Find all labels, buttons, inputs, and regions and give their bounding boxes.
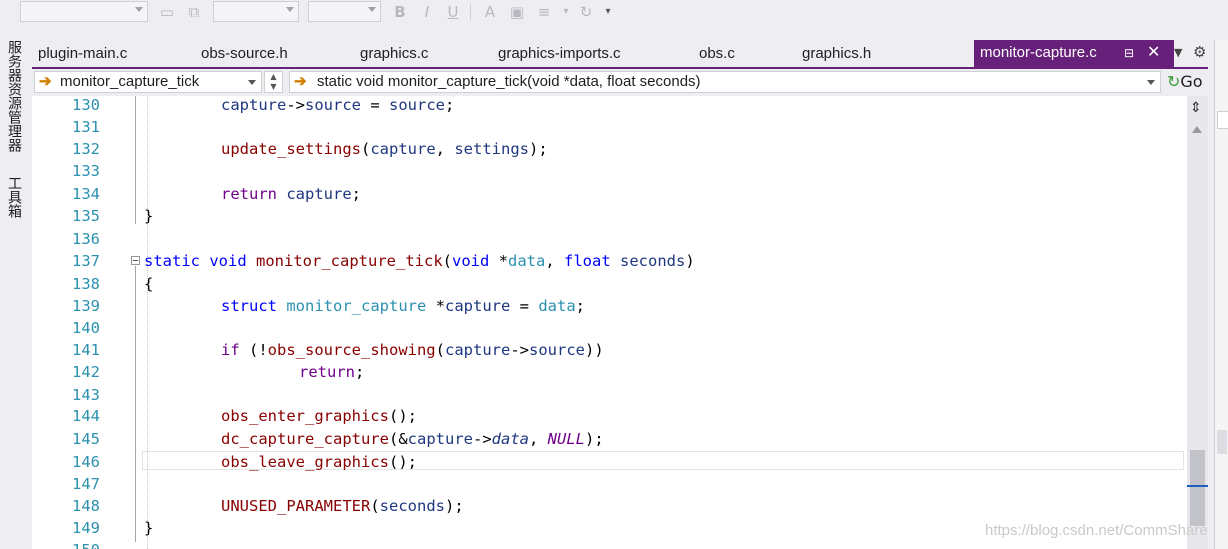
- scope-splitter-icon[interactable]: ▲ ▼: [264, 71, 283, 93]
- left-tool-strip: 服务器资源管理器 工具箱: [0, 26, 26, 549]
- line-number: 131: [72, 118, 100, 136]
- code-line-138: {: [144, 275, 154, 293]
- code-line-134: return capture;: [221, 185, 362, 203]
- tab-obs-c[interactable]: obs.c: [693, 41, 735, 67]
- member-arrow-icon: ➔: [294, 73, 307, 90]
- line-number: 138: [72, 275, 100, 293]
- italic-icon[interactable]: I: [419, 2, 435, 22]
- tab-graphics-h[interactable]: graphics.h: [796, 41, 871, 67]
- document-tab-well: plugin-main.c obs-source.h graphics.c gr…: [32, 40, 1214, 68]
- line-number: 145: [72, 430, 100, 448]
- right-panel-edge: [1214, 40, 1228, 549]
- code-line-145: dc_capture_capture(&capture->data, NULL)…: [221, 430, 604, 448]
- line-number: 137: [72, 252, 100, 270]
- indent-guide: [147, 96, 148, 549]
- font-size-combo[interactable]: [308, 1, 381, 22]
- watermark: https://blog.csdn.net/CommShare: [985, 522, 1208, 539]
- line-number: 146: [72, 453, 100, 471]
- collapse-toggle-icon[interactable]: [131, 256, 140, 265]
- line-number: 142: [72, 363, 100, 381]
- line-number: 132: [72, 140, 100, 158]
- formatting-toolbar: ▭ ⧉ B I U A ▣ ≡ ▾ ↻ ▾: [0, 0, 1228, 26]
- code-line-148: UNUSED_PARAMETER(seconds);: [221, 497, 464, 515]
- underline-icon[interactable]: U: [445, 2, 461, 22]
- code-line-144: obs_enter_graphics();: [221, 407, 417, 425]
- line-number: 134: [72, 185, 100, 203]
- line-number: 133: [72, 162, 100, 180]
- align-dropdown-icon[interactable]: ▾: [561, 2, 571, 22]
- font-color-icon[interactable]: A: [481, 2, 499, 22]
- tab-plugin-main[interactable]: plugin-main.c: [32, 41, 127, 67]
- go-button[interactable]: ↻Go: [1167, 72, 1203, 91]
- line-number: 150: [40, 541, 100, 549]
- close-icon[interactable]: ✕: [1147, 40, 1160, 66]
- toolbar-separator: [470, 4, 471, 20]
- code-line-149: }: [144, 519, 154, 537]
- go-label: Go: [1180, 72, 1203, 91]
- toolbox-tab[interactable]: 工具箱: [4, 176, 22, 218]
- function-arrow-icon: ➔: [39, 73, 52, 90]
- outline-margin-line: [135, 96, 136, 224]
- line-number: 139: [72, 297, 100, 315]
- line-number: 147: [72, 475, 100, 493]
- scope-dropdown[interactable]: ➔ monitor_capture_tick: [34, 71, 262, 93]
- split-window-icon[interactable]: ⇕: [1190, 100, 1202, 116]
- scope-label: monitor_capture_tick: [60, 73, 200, 90]
- tab-graphics-c[interactable]: graphics.c: [354, 41, 428, 67]
- style-combo[interactable]: [213, 1, 299, 22]
- line-number: 149: [72, 519, 100, 537]
- code-line-139: struct monitor_capture *capture = data;: [221, 297, 585, 315]
- tab-monitor-capture[interactable]: monitor-capture.c ⊟ ✕: [974, 40, 1174, 67]
- outline-margin-line: [135, 266, 136, 542]
- gear-icon[interactable]: ⚙: [1193, 43, 1206, 61]
- font-name-combo[interactable]: [20, 1, 148, 22]
- line-number: 148: [72, 497, 100, 515]
- caret-position-marker: [1187, 485, 1208, 487]
- member-label: static void monitor_capture_tick(void *d…: [317, 73, 701, 90]
- member-dropdown[interactable]: ➔ static void monitor_capture_tick(void …: [289, 71, 1161, 93]
- code-line-130: capture->source = source;: [221, 96, 455, 114]
- bold-icon[interactable]: B: [392, 2, 408, 22]
- line-number: 130: [72, 96, 100, 114]
- line-number: 136: [72, 230, 100, 248]
- line-number: 141: [72, 341, 100, 359]
- toolbar-overflow-icon[interactable]: ▾: [603, 2, 613, 22]
- resize-icon[interactable]: ⧉: [185, 2, 203, 22]
- code-line-146: obs_leave_graphics();: [221, 453, 417, 471]
- code-editor[interactable]: 130 131 132 133 134 135 136 137 138 139 …: [32, 96, 1187, 549]
- line-number: 140: [72, 319, 100, 337]
- code-line-135: }: [144, 207, 154, 225]
- tab-dropdown-icon[interactable]: ▼: [1174, 46, 1182, 59]
- pin-icon[interactable]: ⊟: [1124, 40, 1134, 66]
- scroll-up-icon[interactable]: [1192, 126, 1202, 133]
- code-line-132: update_settings(capture, settings);: [221, 140, 548, 158]
- scrollbar-thumb[interactable]: [1190, 450, 1205, 526]
- go-arrow-icon: ↻: [1167, 72, 1181, 91]
- code-line-142: return;: [299, 363, 365, 381]
- right-panel-button[interactable]: [1217, 111, 1228, 129]
- line-number: 143: [72, 386, 100, 404]
- wrap-icon[interactable]: ↻: [576, 2, 596, 22]
- right-panel-scroll-thumb[interactable]: [1217, 430, 1227, 454]
- line-number: 144: [72, 407, 100, 425]
- background-color-icon[interactable]: ▣: [508, 2, 526, 22]
- navigation-bar: ➔ monitor_capture_tick ▲ ▼ ➔ static void …: [32, 69, 1208, 96]
- server-explorer-tab[interactable]: 服务器资源管理器: [4, 40, 22, 152]
- line-number: 135: [72, 207, 100, 225]
- code-line-141: if (!obs_source_showing(capture->source)…: [221, 341, 604, 359]
- layout-icon[interactable]: ▭: [158, 2, 176, 22]
- align-icon[interactable]: ≡: [535, 2, 553, 22]
- active-tab-label: monitor-capture.c: [980, 44, 1097, 61]
- code-line-137: static void monitor_capture_tick(void *d…: [144, 252, 695, 270]
- tab-graphics-imports[interactable]: graphics-imports.c: [492, 41, 621, 67]
- vertical-scrollbar[interactable]: ⇕: [1187, 96, 1208, 549]
- tab-obs-source[interactable]: obs-source.h: [195, 41, 288, 67]
